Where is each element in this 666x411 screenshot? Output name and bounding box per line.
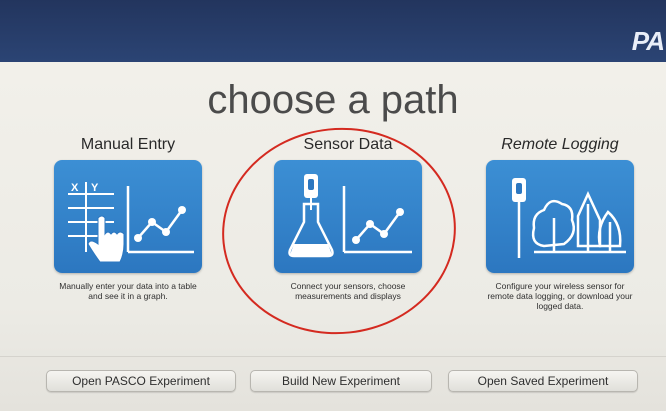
manual-entry-icon[interactable]: X Y [54,160,202,273]
svg-text:X: X [71,182,79,194]
page-title: choose a path [207,78,459,122]
divider [0,356,666,357]
path-description: Configure your wireless sensor for remot… [460,281,660,311]
open-saved-experiment-button[interactable]: Open Saved Experiment [448,370,638,392]
description-line: logged data. [536,301,584,311]
svg-text:Y: Y [91,182,99,194]
description-line: remote data logging, or download your [487,291,633,301]
description-line: Configure your wireless sensor for [495,281,625,291]
build-new-experiment-button[interactable]: Build New Experiment [250,370,432,392]
path-description: Manually enter your data into a table an… [28,281,228,301]
path-label: Remote Logging [501,136,619,153]
description-line: and see it in a graph. [88,291,168,301]
brand-logo-text: PA [631,26,665,56]
description-line: Manually enter your data into a table [59,281,197,291]
path-manual-entry[interactable]: Manual Entry X Y Manually enter your dat… [28,134,228,301]
header-bar: PA [0,0,666,62]
remote-logging-icon[interactable] [486,160,634,273]
path-remote-logging[interactable]: Remote Logging Configure your wireless s… [460,134,660,311]
open-pasco-experiment-button[interactable]: Open PASCO Experiment [46,370,236,392]
path-label: Manual Entry [80,136,176,153]
